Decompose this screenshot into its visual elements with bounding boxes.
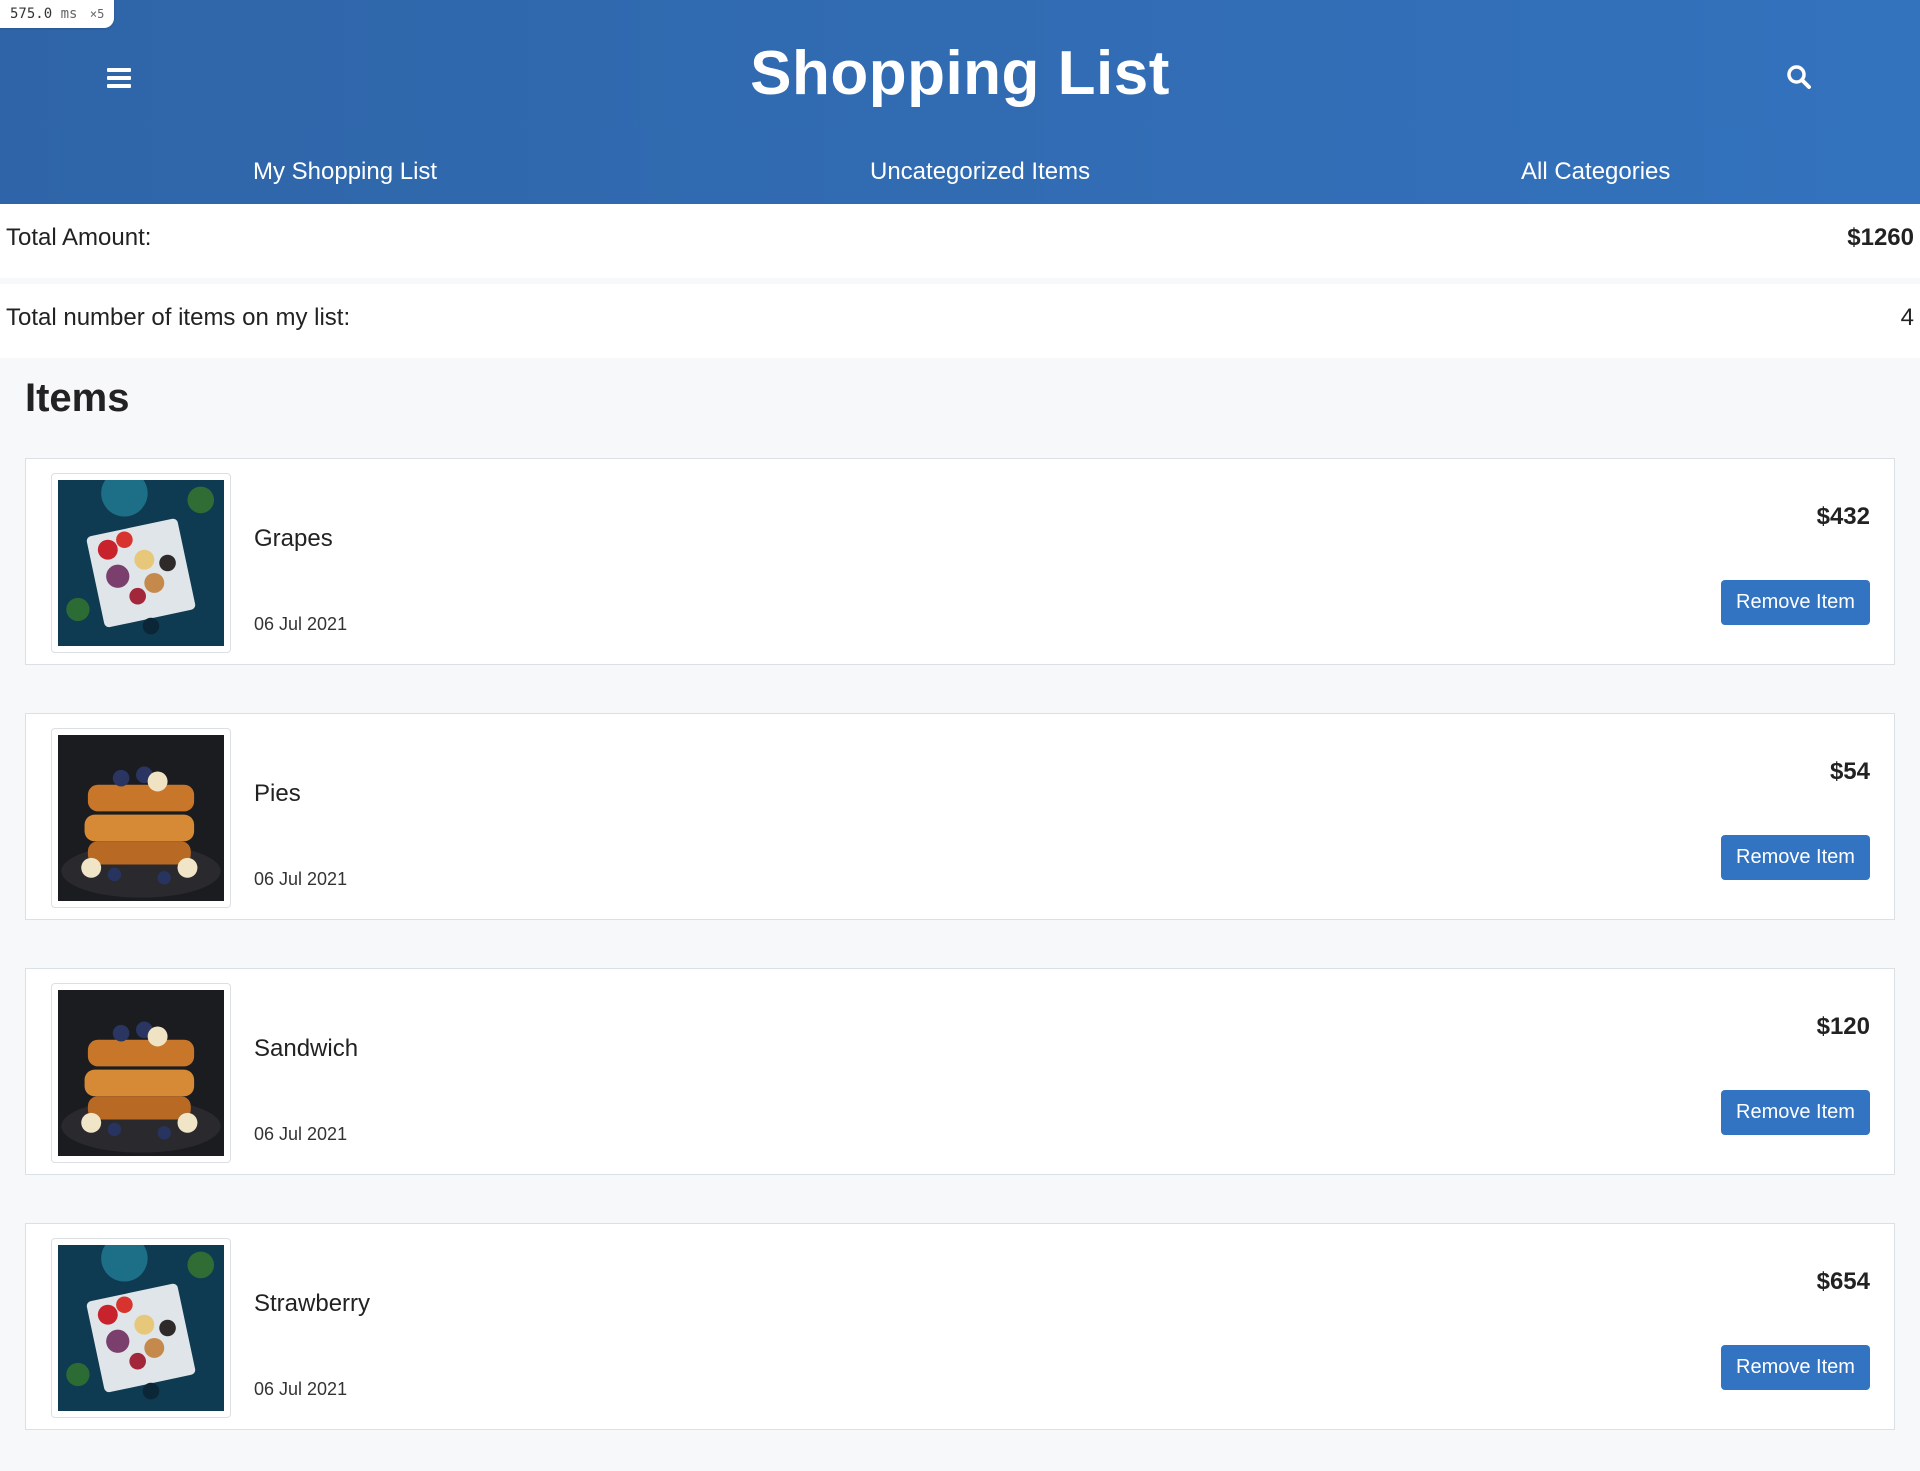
item-thumbnail [51,983,231,1163]
food-platter-thumbnail [58,470,224,646]
tab-all-categories[interactable]: All Categories [1521,158,1670,186]
remove-item-button[interactable]: Remove Item [1721,835,1870,880]
item-date: 06 Jul 2021 [254,1379,348,1399]
search-icon[interactable] [1786,64,1812,90]
items-heading: Items [25,376,130,420]
item-date: 06 Jul 2021 [254,869,348,889]
item-count-row: Total number of items on my list: 4 [0,284,1920,358]
item-price: $432 [1816,503,1870,530]
item-price: $654 [1816,1268,1870,1295]
french-toast-thumbnail [58,735,224,901]
tab-uncategorized-items[interactable]: Uncategorized Items [870,158,1090,186]
item-count-value: 4 [1900,304,1914,331]
tab-my-shopping-list[interactable]: My Shopping List [253,158,437,186]
page-title: Shopping List [750,39,1170,108]
total-amount-value: $1260 [1847,224,1914,251]
item-thumbnail [51,728,231,908]
total-amount-label: Total Amount: [6,224,152,251]
item-card: Grapes 06 Jul 2021 $432 Remove Item [25,458,1895,665]
tab-bar: My Shopping List Uncategorized Items All… [0,158,1920,198]
perf-overlay: 575.0 ms ×5 [0,0,115,28]
item-count-label: Total number of items on my list: [6,304,351,331]
item-date: 06 Jul 2021 [254,1124,348,1144]
app-header: Shopping List My Shopping List Uncategor… [0,0,1920,204]
item-thumbnail [51,470,231,653]
item-name: Pies [254,780,301,807]
total-amount-row: Total Amount: $1260 [0,204,1920,278]
item-name: Sandwich [254,1035,359,1062]
items-section: Items Grapes 06 Jul 2021 $432 Remove Ite… [0,376,1920,1430]
item-card: Sandwich 06 Jul 2021 $120 Remove Item [25,968,1895,1175]
remove-item-button[interactable]: Remove Item [1721,580,1870,625]
item-date: 06 Jul 2021 [254,614,348,634]
perf-value: 575.0 [10,6,53,22]
item-name: Grapes [254,525,333,552]
item-thumbnail [51,1235,231,1418]
food-platter-thumbnail [58,1235,224,1411]
perf-multiplier: ×5 [89,7,105,21]
perf-unit: ms [60,6,78,22]
item-name: Strawberry [254,1290,371,1317]
remove-item-button[interactable]: Remove Item [1721,1090,1870,1135]
french-toast-thumbnail [58,990,224,1156]
item-price: $120 [1816,1013,1870,1040]
remove-item-button[interactable]: Remove Item [1721,1345,1870,1390]
item-card: Pies 06 Jul 2021 $54 Remove Item [25,713,1895,920]
item-price: $54 [1829,758,1870,785]
item-card: Strawberry 06 Jul 2021 $654 Remove Item [25,1223,1895,1430]
